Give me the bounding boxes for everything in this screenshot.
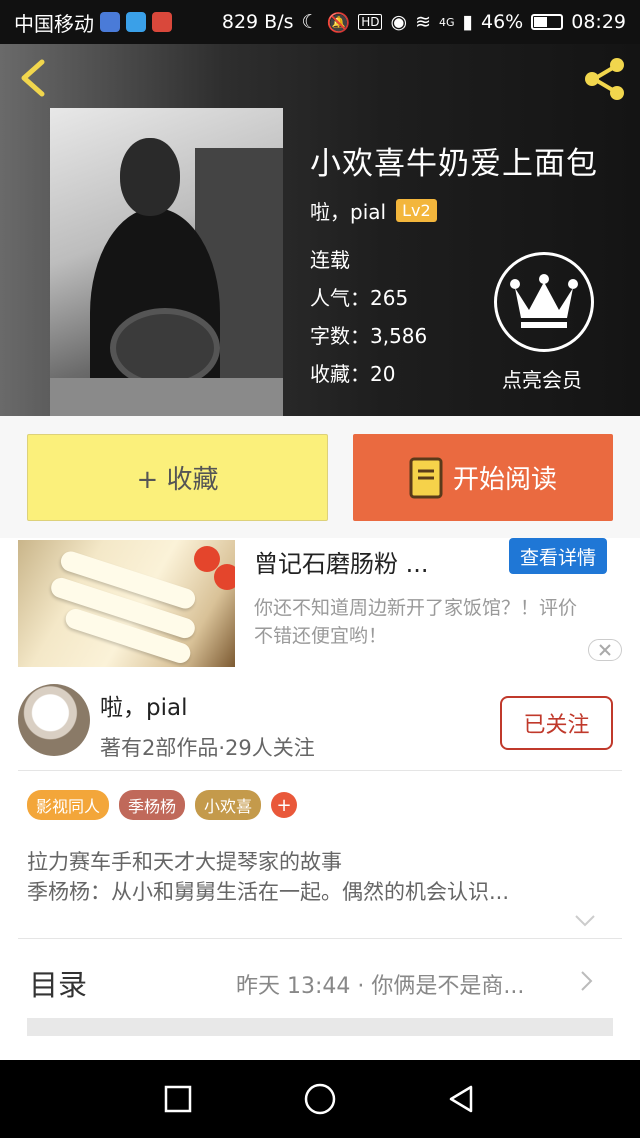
carrier-label: 中国移动 [14, 11, 94, 36]
clock: 08:29 [571, 11, 626, 33]
vip-label[interactable]: 点亮会员 [502, 364, 582, 393]
add-tag-button[interactable]: + [271, 792, 298, 818]
wifi-icon: ≋ [415, 11, 431, 33]
chevron-down-icon[interactable] [574, 914, 596, 928]
ad-detail-button[interactable]: 查看详情 [509, 538, 607, 574]
battery-icon [531, 14, 564, 30]
ad-description: 你还不知道周边新开了家饭馆？！评价不错还便宜哟！ [254, 597, 578, 647]
ad-title[interactable]: 曾记石磨肠粉 ... [254, 544, 429, 579]
serial-status: 连载 [310, 248, 350, 272]
tag-item[interactable]: 季杨杨 [119, 790, 186, 820]
net-speed: 829 B/s [221, 11, 294, 33]
tag-item[interactable]: 小欢喜 [195, 790, 262, 820]
book-author[interactable]: 啦，pial [310, 196, 386, 225]
share-icon[interactable] [580, 54, 630, 104]
book-title: 小欢喜牛奶爱上面包 [310, 146, 598, 182]
music-notification-icon [126, 12, 146, 32]
author-stats: 著有2部作品·29人关注 [100, 736, 315, 760]
recent-apps-icon[interactable] [163, 1084, 193, 1114]
author-card: 啦，pial 著有2部作品·29人关注 已关注 影视同人 季杨杨 小欢喜 + 拉… [0, 670, 640, 1060]
back-arrow-icon[interactable] [14, 58, 54, 98]
mute-icon: 🔕 [326, 11, 351, 34]
table-of-contents-row[interactable]: 目录 昨天 13:44 · 你俩是不是商... [0, 940, 640, 1020]
popularity-stat: 人气：265 [310, 286, 409, 310]
latest-chapter: 昨天 13:44 · 你俩是不是商... [236, 974, 525, 999]
book-icon [409, 457, 443, 498]
book-author-row: 啦，pial Lv2 [310, 196, 437, 225]
ad-food-image[interactable] [18, 540, 235, 667]
back-icon[interactable] [447, 1084, 477, 1114]
followed-button[interactable]: 已关注 [500, 696, 613, 750]
start-reading-button[interactable]: 开始阅读 [353, 434, 613, 521]
app-notification-icon [100, 12, 120, 32]
tag-list: 影视同人 季杨杨 小欢喜 + [27, 790, 298, 820]
word-count-stat: 字数：3,586 [310, 324, 428, 348]
vip-crown-button[interactable] [494, 252, 594, 352]
favorites-stat: 收藏：20 [310, 362, 396, 386]
author-name[interactable]: 啦，pial [100, 688, 187, 722]
ad-banner[interactable]: 曾记石磨肠粉 ... 查看详情 你还不知道周边新开了家饭馆？！评价不错还便宜哟！ [0, 538, 640, 670]
eye-icon: ◉ [390, 11, 408, 33]
section-placeholder [27, 1018, 613, 1036]
hd-badge: HD [358, 14, 383, 30]
chevron-right-icon [581, 971, 593, 991]
signal-icon: ▮ [462, 11, 473, 33]
book-cover-image [50, 108, 283, 416]
divider [18, 770, 622, 771]
moon-icon: ☾ [301, 11, 319, 33]
ad-close-icon[interactable] [588, 639, 622, 661]
network-type: 4G [439, 15, 455, 29]
crown-icon [510, 274, 578, 328]
author-avatar[interactable] [18, 684, 90, 756]
start-reading-label: 开始阅读 [452, 465, 557, 495]
level-badge: Lv2 [396, 199, 437, 222]
status-bar: 中国移动 829 B/s ☾ 🔕 HD ◉ ≋ 4G ▮ 46% 08:29 [0, 0, 640, 44]
divider [18, 938, 622, 939]
toc-title: 目录 [29, 968, 88, 1002]
home-icon[interactable] [303, 1082, 337, 1116]
book-header: 小欢喜牛奶爱上面包 啦，pial Lv2 连载 人气：265 字数：3,586 … [0, 44, 640, 416]
news-notification-icon [152, 12, 172, 32]
system-nav-bar [0, 1060, 640, 1138]
tag-item[interactable]: 影视同人 [27, 790, 110, 820]
battery-percent: 46% [481, 11, 524, 33]
collect-button[interactable]: + 收藏 [27, 434, 328, 521]
book-synopsis[interactable]: 拉力赛车手和天才大提琴家的故事 季杨杨：从小和舅舅生活在一起。偶然的机会认识..… [27, 847, 597, 907]
